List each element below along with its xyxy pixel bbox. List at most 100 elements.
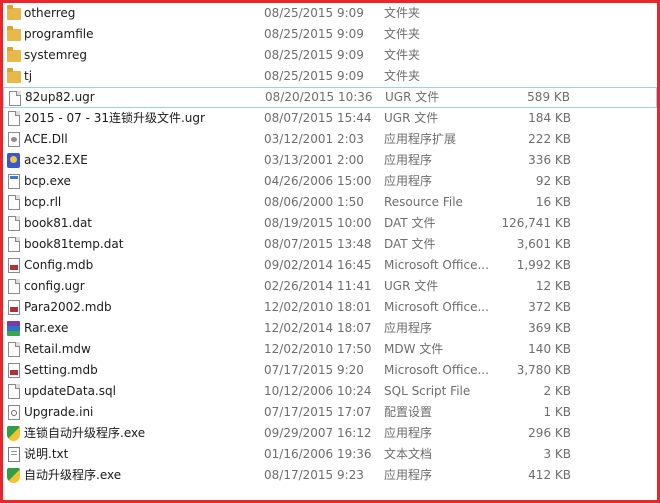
- document-icon: [8, 195, 20, 210]
- file-name: Para2002.mdb: [24, 300, 112, 314]
- file-row[interactable]: ACE.Dll 03/12/2001 2:03 应用程序扩展 222 KB: [3, 129, 657, 150]
- file-type: Resource File: [384, 195, 463, 209]
- folder-icon: [7, 68, 21, 83]
- file-name: Retail.mdw: [24, 342, 91, 356]
- file-size: 1,992 KB: [516, 258, 571, 272]
- file-row[interactable]: 2015 - 07 - 31连锁升级文件.ugr 08/07/2015 15:44…: [3, 108, 657, 129]
- file-row[interactable]: Retail.mdw 12/02/2010 17:50 MDW 文件 140 KB: [3, 339, 657, 360]
- file-date: 08/25/2015 9:09: [264, 6, 364, 20]
- file-type: 文件夹: [384, 69, 421, 83]
- file-name: Upgrade.ini: [24, 405, 94, 419]
- file-name: programfile: [24, 27, 94, 41]
- file-type: 文件夹: [384, 27, 421, 41]
- file-size: 92 KB: [535, 174, 571, 188]
- file-size: 12 KB: [535, 279, 571, 293]
- file-size: 372 KB: [528, 300, 571, 314]
- file-size: 589 KB: [527, 90, 570, 104]
- file-type: 文件夹: [384, 6, 421, 20]
- file-name: 连锁自动升级程序.exe: [24, 426, 146, 440]
- file-row[interactable]: Setting.mdb 07/17/2015 9:20 Microsoft Offi…: [3, 360, 657, 381]
- file-size: 140 KB: [528, 342, 571, 356]
- file-size: 336 KB: [528, 153, 571, 167]
- file-date: 09/02/2014 16:45: [264, 258, 372, 272]
- file-name: 说明.txt: [24, 447, 69, 461]
- file-type: 文件夹: [384, 48, 421, 62]
- file-size: 3,601 KB: [516, 237, 571, 251]
- file-date: 12/02/2014 18:07: [264, 321, 372, 335]
- file-row[interactable]: programfile 08/25/2015 9:09 文件夹: [3, 24, 657, 45]
- file-name: systemreg: [24, 48, 88, 62]
- file-row[interactable]: 82up82.ugr 08/20/2015 10:36 UGR 文件 589 KB: [3, 87, 657, 108]
- folder-icon: [7, 47, 21, 62]
- file-row[interactable]: Upgrade.ini 07/17/2015 17:07 配置设置 1 KB: [3, 402, 657, 423]
- file-date: 03/13/2001 2:00: [264, 153, 364, 167]
- file-type: 文本文档: [384, 447, 433, 461]
- file-type: DAT 文件: [384, 237, 436, 251]
- file-size: 3,780 KB: [516, 363, 571, 377]
- file-name: tj: [24, 69, 33, 83]
- document-icon: [8, 384, 20, 399]
- file-row[interactable]: 连锁自动升级程序.exe 09/29/2007 16:12 应用程序 296 KB: [3, 423, 657, 444]
- file-date: 03/12/2001 2:03: [264, 132, 364, 146]
- database-icon: [8, 363, 20, 378]
- file-size: 412 KB: [528, 468, 571, 482]
- file-size: 369 KB: [528, 321, 571, 335]
- file-date: 02/26/2014 11:41: [264, 279, 372, 293]
- file-date: 04/26/2006 15:00: [264, 174, 372, 188]
- file-size: 296 KB: [528, 426, 571, 440]
- shield-app-icon: [7, 468, 20, 483]
- file-date: 10/12/2006 10:24: [264, 384, 372, 398]
- file-name: otherreg: [24, 6, 76, 20]
- database-icon: [8, 300, 20, 315]
- file-size: 16 KB: [535, 195, 571, 209]
- file-type: UGR 文件: [384, 111, 439, 125]
- document-icon: [8, 342, 20, 357]
- file-row[interactable]: Rar.exe 12/02/2014 18:07 应用程序 369 KB: [3, 318, 657, 339]
- file-type: 应用程序: [384, 174, 433, 188]
- file-row[interactable]: tj 08/25/2015 9:09 文件夹: [3, 66, 657, 87]
- file-row[interactable]: bcp.rll 08/06/2000 1:50 Resource File 16 KB: [3, 192, 657, 213]
- file-name: bcp.exe: [24, 174, 71, 188]
- file-name: 2015 - 07 - 31连锁升级文件.ugr: [24, 111, 205, 125]
- file-date: 08/25/2015 9:09: [264, 48, 364, 62]
- file-type: 应用程序: [384, 468, 433, 482]
- file-name: book81.dat: [24, 216, 93, 230]
- file-row[interactable]: book81.dat 08/19/2015 10:00 DAT 文件 126,741 …: [3, 213, 657, 234]
- file-type: Microsoft Office...: [384, 258, 489, 272]
- file-row[interactable]: otherreg 08/25/2015 9:09 文件夹: [3, 3, 657, 24]
- file-name: config.ugr: [24, 279, 85, 293]
- file-type: 应用程序: [384, 153, 433, 167]
- file-date: 07/17/2015 9:20: [264, 363, 364, 377]
- folder-icon: [7, 5, 21, 20]
- file-type: MDW 文件: [384, 342, 444, 356]
- file-type: SQL Script File: [384, 384, 471, 398]
- file-type: UGR 文件: [384, 279, 439, 293]
- file-size: 2 KB: [543, 384, 571, 398]
- file-list: otherreg 08/25/2015 9:09 文件夹 programfile 08…: [3, 3, 657, 486]
- file-row[interactable]: book81temp.dat 08/07/2015 13:48 DAT 文件 3,60…: [3, 234, 657, 255]
- file-row[interactable]: updateData.sql 10/12/2006 10:24 SQL Script…: [3, 381, 657, 402]
- file-row[interactable]: bcp.exe 04/26/2006 15:00 应用程序 92 KB: [3, 171, 657, 192]
- file-row[interactable]: config.ugr 02/26/2014 11:41 UGR 文件 12 KB: [3, 276, 657, 297]
- file-row[interactable]: systemreg 08/25/2015 9:09 文件夹: [3, 45, 657, 66]
- file-date: 12/02/2010 18:01: [264, 300, 372, 314]
- settings-file-icon: [8, 405, 20, 420]
- file-row[interactable]: 说明.txt 01/16/2006 19:36 文本文档 3 KB: [3, 444, 657, 465]
- app-icon: [7, 153, 20, 168]
- file-type: 应用程序扩展: [384, 132, 457, 146]
- file-date: 07/17/2015 17:07: [264, 405, 372, 419]
- file-type: Microsoft Office...: [384, 363, 489, 377]
- shield-app-icon: [7, 426, 20, 441]
- file-date: 08/07/2015 15:44: [264, 111, 372, 125]
- folder-icon: [7, 26, 21, 41]
- file-row[interactable]: ace32.EXE 03/13/2001 2:00 应用程序 336 KB: [3, 150, 657, 171]
- file-type: Microsoft Office...: [384, 300, 489, 314]
- file-row[interactable]: 自动升级程序.exe 08/17/2015 9:23 应用程序 412 KB: [3, 465, 657, 486]
- file-row[interactable]: Config.mdb 09/02/2014 16:45 Microsoft Offi…: [3, 255, 657, 276]
- file-type: DAT 文件: [384, 216, 436, 230]
- document-icon: [8, 216, 20, 231]
- file-name: bcp.rll: [24, 195, 62, 209]
- file-row[interactable]: Para2002.mdb 12/02/2010 18:01 Microsoft Of…: [3, 297, 657, 318]
- database-icon: [8, 258, 20, 273]
- file-name: Config.mdb: [24, 258, 94, 272]
